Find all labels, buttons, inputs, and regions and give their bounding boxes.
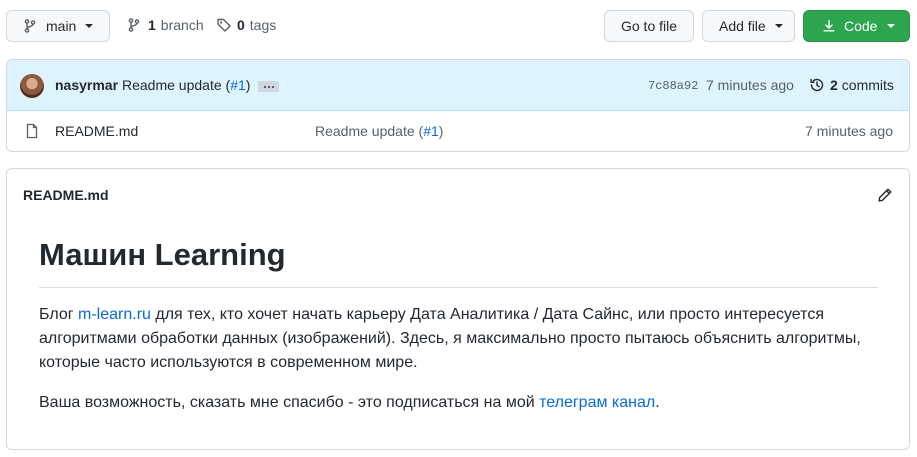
go-to-file-button[interactable]: Go to file [604, 10, 694, 42]
title-divider [39, 287, 878, 288]
tags-label: tags [249, 17, 277, 33]
branches-label: branch [160, 17, 204, 33]
commit-author-link[interactable]: nasyrmar [55, 77, 118, 93]
go-to-file-label: Go to file [620, 18, 678, 34]
readme-paragraph-1: Блог m-learn.ru для тех, кто хочет начат… [39, 303, 879, 375]
commit-message-end: ) [245, 77, 251, 93]
file-row: README.md Readme update (#1) 7 minutes a… [7, 111, 909, 151]
file-commit-end: ) [438, 123, 444, 139]
git-branch-icon [24, 19, 36, 33]
readme-title: Машин Learning [39, 237, 286, 272]
branches-link[interactable]: 1 branch [126, 17, 204, 33]
tag-icon [217, 18, 231, 32]
chevron-down-icon [774, 24, 783, 28]
file-listing: nasyrmar Readme update (#1) 7c88a92 7 mi… [6, 59, 910, 152]
file-icon [26, 123, 38, 139]
commits-count: 2 [830, 77, 838, 93]
blog-link[interactable]: m-learn.ru [78, 306, 151, 323]
commits-label: commits [841, 77, 894, 93]
commit-sha-link[interactable]: 7c88a92 [648, 79, 698, 93]
add-file-label: Add file [719, 18, 766, 34]
pencil-icon[interactable] [877, 187, 893, 203]
history-icon [810, 78, 824, 92]
expand-commit-button[interactable] [258, 81, 279, 92]
readme-p1-text: Блог [39, 306, 79, 323]
commit-age: 7 minutes ago [706, 77, 794, 93]
chevron-down-icon [85, 24, 94, 28]
file-commit-text: Readme update ( [315, 123, 424, 139]
readme-panel: README.md Машин Learning Блог m-learn.ru… [6, 168, 910, 450]
readme-paragraph-2: Ваша возможность, сказать мне спасибо - … [39, 391, 879, 415]
branch-name: main [46, 18, 77, 34]
chevron-down-icon [887, 24, 896, 28]
git-branch-icon [128, 18, 140, 32]
file-name-link[interactable]: README.md [55, 123, 138, 139]
add-file-button[interactable]: Add file [702, 10, 795, 42]
tags-count: 0 [237, 17, 245, 33]
commit-message-text: Readme update ( [122, 77, 231, 93]
pull-request-link[interactable]: #1 [230, 77, 246, 93]
commits-history-link[interactable]: 2 commits [809, 77, 894, 93]
telegram-channel-link[interactable]: телеграм канал [539, 394, 655, 411]
code-button[interactable]: Code [803, 10, 910, 42]
readme-p2-text: Ваша возможность, сказать мне спасибо - … [39, 394, 540, 411]
tags-link[interactable]: 0 tags [216, 17, 276, 33]
latest-commit-bar: nasyrmar Readme update (#1) 7c88a92 7 mi… [7, 60, 909, 111]
code-label: Code [844, 18, 878, 34]
file-age: 7 minutes ago [805, 123, 893, 139]
branches-count: 1 [148, 17, 156, 33]
readme-p1-text-rest: для тех, кто хочет начать карьеру Дата А… [39, 306, 861, 371]
download-icon [823, 20, 835, 32]
branch-select-button[interactable]: main [6, 10, 110, 42]
readme-p2-text-end: . [655, 394, 660, 411]
readme-header: README.md [23, 187, 109, 203]
file-pull-request-link[interactable]: #1 [423, 123, 439, 139]
file-commit-message[interactable]: Readme update (#1) [315, 123, 443, 139]
commit-message[interactable]: Readme update (#1) [122, 77, 250, 93]
avatar[interactable] [20, 74, 44, 98]
